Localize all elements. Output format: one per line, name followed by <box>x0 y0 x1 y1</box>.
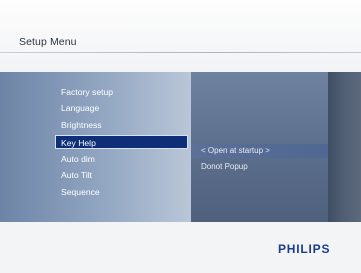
menu-item-sequence[interactable]: Sequence <box>61 185 100 199</box>
page-title: Setup Menu <box>19 36 77 48</box>
menu-item-key-help[interactable]: Key Help <box>55 135 188 149</box>
submenu-option-donot-popup[interactable]: Donot Popup <box>201 160 248 174</box>
menu-item-auto-tilt[interactable]: Auto Tilt <box>61 168 92 182</box>
setup-menu-screen: Setup Menu Factory setup Language Bright… <box>0 0 361 273</box>
header: Setup Menu <box>0 0 361 72</box>
menu-item-language[interactable]: Language <box>61 101 99 115</box>
header-divider <box>0 52 361 53</box>
submenu-option-open-at-startup[interactable]: < Open at startup > <box>201 144 270 158</box>
side-panel <box>328 72 361 222</box>
philips-logo: PHILIPS <box>278 242 331 256</box>
menu-item-brightness[interactable]: Brightness <box>61 118 102 132</box>
menu-item-factory-setup[interactable]: Factory setup <box>61 85 113 99</box>
menu-item-auto-dim[interactable]: Auto dim <box>61 152 95 166</box>
